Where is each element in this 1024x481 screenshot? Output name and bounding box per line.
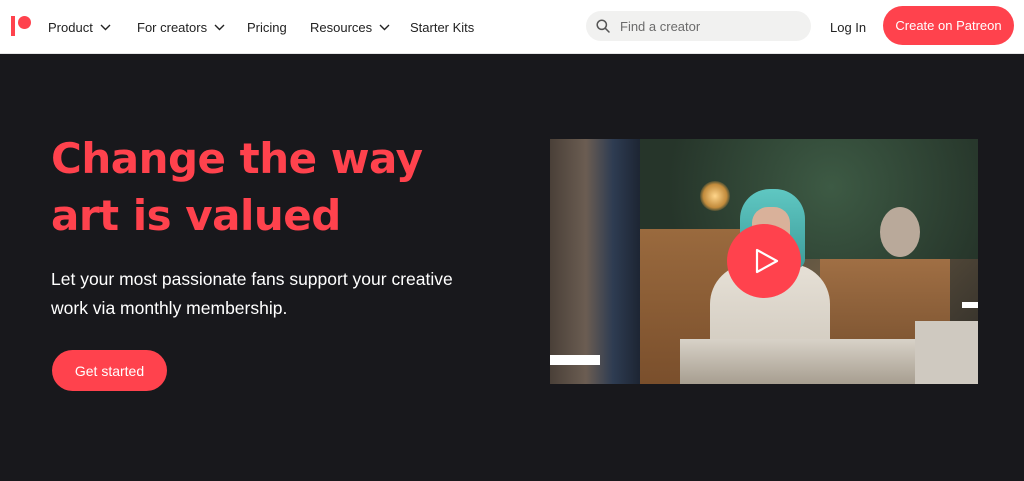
hero-title: Change the way art is valued (51, 134, 423, 240)
nav-pricing-label: Pricing (247, 19, 287, 35)
nav-starter-kits[interactable]: Starter Kits (410, 0, 474, 54)
video-scene-doll (880, 207, 920, 257)
login-label: Log In (830, 19, 867, 35)
create-on-patreon-button[interactable]: Create on Patreon (883, 6, 1014, 45)
nav-product-label: Product (48, 19, 93, 35)
search-icon (596, 19, 610, 33)
nav-for-creators-label: For creators (137, 19, 208, 35)
hero-video[interactable] (550, 139, 978, 384)
video-glitch-bar (550, 355, 600, 365)
top-nav: Product For creators Pricing Resources S… (0, 0, 1024, 54)
create-on-patreon-label: Create on Patreon (895, 18, 1002, 33)
chevron-down-icon (214, 24, 225, 30)
get-started-button[interactable]: Get started (52, 350, 167, 391)
get-started-label: Get started (74, 362, 145, 379)
video-scene-machine (915, 321, 978, 384)
nav-resources-label: Resources (310, 19, 373, 35)
video-scene-curtain (550, 139, 640, 384)
search-input[interactable] (620, 18, 800, 34)
logo-dot (18, 16, 31, 29)
patreon-logo[interactable] (11, 16, 33, 36)
play-icon (755, 248, 779, 274)
nav-product[interactable]: Product (48, 0, 111, 54)
chevron-down-icon (379, 24, 390, 30)
login-link[interactable]: Log In (830, 0, 866, 54)
play-button[interactable] (727, 224, 801, 298)
nav-starter-kits-label: Starter Kits (410, 19, 475, 35)
chevron-down-icon (100, 24, 111, 30)
hero-subtitle: Let your most passionate fans support yo… (51, 269, 453, 318)
search-bar[interactable] (586, 11, 811, 41)
nav-pricing[interactable]: Pricing (247, 0, 287, 54)
nav-for-creators[interactable]: For creators (137, 0, 225, 54)
logo-bar (11, 16, 15, 36)
nav-resources[interactable]: Resources (310, 0, 390, 54)
video-glitch-bar (962, 302, 978, 308)
